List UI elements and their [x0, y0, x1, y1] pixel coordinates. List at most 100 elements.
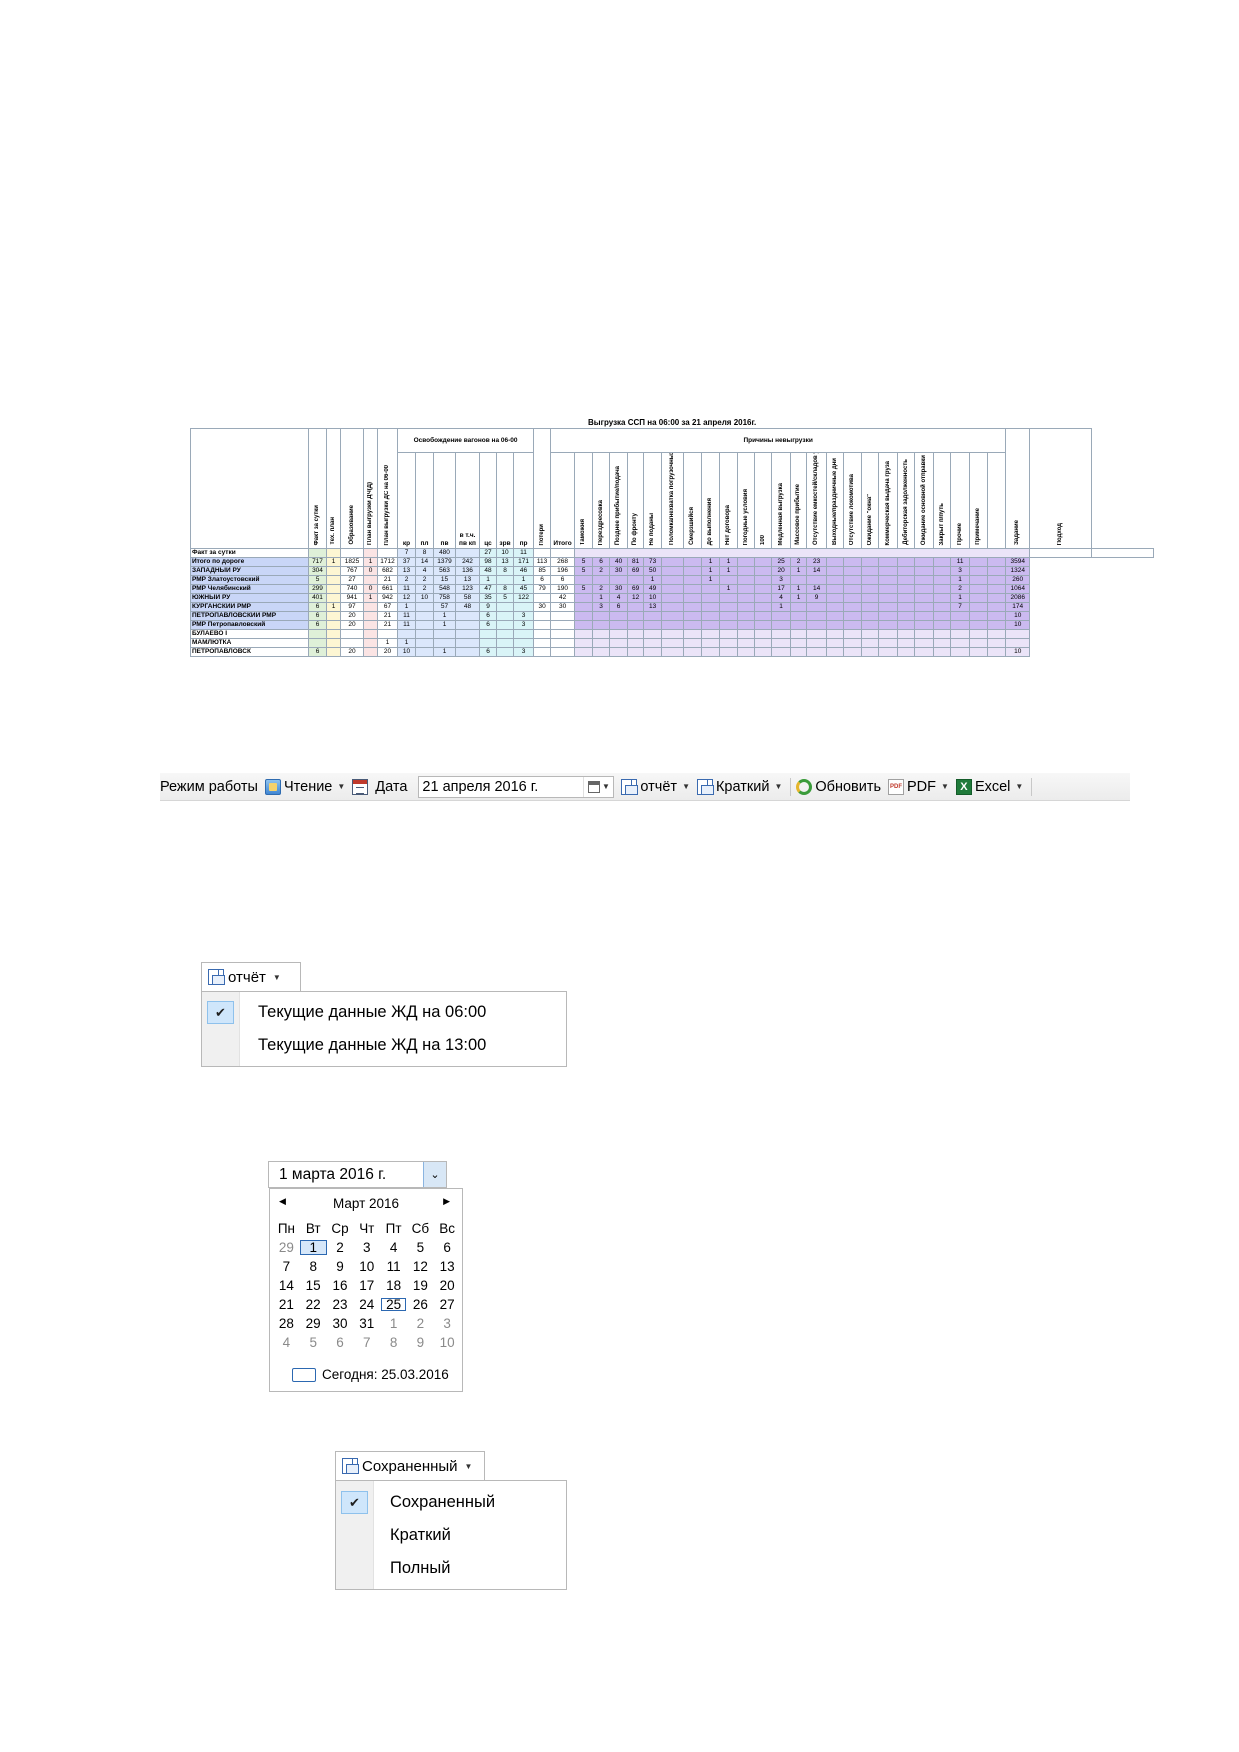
brief-dropdown[interactable]: Краткий ▼: [696, 778, 782, 795]
table-cell: 13: [455, 575, 480, 585]
calendar-day[interactable]: 30: [327, 1316, 354, 1331]
calendar-day[interactable]: 15: [300, 1278, 327, 1293]
report-view-icon: [342, 1458, 359, 1474]
calendar-day[interactable]: 5: [407, 1240, 434, 1255]
calendar-day[interactable]: 7: [273, 1259, 300, 1274]
calendar-day[interactable]: 3: [353, 1240, 380, 1255]
calendar-day[interactable]: 2: [327, 1240, 354, 1255]
calendar-day[interactable]: 7: [353, 1335, 380, 1350]
row-name[interactable]: КУРГАНСКИЙ РМР: [190, 602, 309, 612]
menu-item-saved[interactable]: ✔ Сохраненный: [336, 1486, 566, 1519]
calendar-day[interactable]: 8: [300, 1259, 327, 1274]
row-name[interactable]: ПЕТРОПАВЛОВСКИЙ РМР: [190, 611, 309, 621]
row-name[interactable]: РМР Златоустовский: [190, 575, 309, 585]
table-cell: 2: [415, 584, 434, 594]
refresh-button[interactable]: Обновить: [796, 778, 881, 795]
calendar-day[interactable]: 24: [353, 1297, 380, 1312]
calendar-day[interactable]: 11: [380, 1259, 407, 1274]
table-cell: [737, 593, 756, 603]
calendar-day[interactable]: 22: [300, 1297, 327, 1312]
table-cell: 6: [479, 620, 497, 630]
calendar-day[interactable]: 29: [300, 1316, 327, 1331]
table-cell: 11: [397, 611, 416, 621]
calendar-day[interactable]: 4: [273, 1335, 300, 1350]
calendar-day[interactable]: 19: [407, 1278, 434, 1293]
excel-icon: X: [955, 778, 972, 795]
calendar-day[interactable]: 23: [327, 1297, 354, 1312]
calendar-day[interactable]: 20: [434, 1278, 461, 1293]
row-name[interactable]: БУЛАЕВО I: [190, 629, 309, 639]
calendar-today-link[interactable]: Сегодня: 25.03.2016: [292, 1367, 449, 1382]
report-menu-button[interactable]: отчёт ▼: [201, 962, 301, 991]
row-name[interactable]: ЗАПАДНЫЙ РУ: [190, 566, 309, 576]
row-name[interactable]: Итого по дороге: [190, 557, 309, 567]
calendar-week-row: 29 1 2 3 4 5 6: [273, 1238, 461, 1257]
hdr-value: 11: [512, 548, 535, 558]
row-name[interactable]: МАМЛЮТКА: [190, 638, 309, 648]
calendar-day[interactable]: 9: [407, 1335, 434, 1350]
next-month-icon[interactable]: ▶: [443, 1196, 450, 1207]
table-cell: [592, 611, 611, 621]
report-dropdown[interactable]: отчёт ▼: [621, 778, 690, 795]
table-row: РМР Челябинский 299 740 0 661 11 2 548 123 47 8 45 7…: [190, 584, 1154, 594]
table-cell: [861, 647, 880, 657]
table-cell: 682: [377, 566, 398, 576]
dropdown-arrow-icon: ▼: [682, 782, 690, 791]
table-cell: [878, 593, 899, 603]
excel-dropdown[interactable]: X Excel ▼: [955, 778, 1023, 795]
calendar-day[interactable]: 3: [434, 1316, 461, 1331]
calendar-day[interactable]: 5: [300, 1335, 327, 1350]
calendar-day[interactable]: 18: [380, 1278, 407, 1293]
calendar-day[interactable]: 17: [353, 1278, 380, 1293]
col-reweigh: Перездресовка: [597, 499, 604, 545]
table-cell: [843, 557, 863, 567]
row-name[interactable]: РМР Челябинский: [190, 584, 309, 594]
prev-month-icon[interactable]: ◀: [279, 1196, 286, 1207]
calendar-day[interactable]: 27: [434, 1297, 461, 1312]
toolbar-separator: [1031, 777, 1033, 796]
calendar-day[interactable]: 14: [273, 1278, 300, 1293]
calendar-day[interactable]: 26: [407, 1297, 434, 1312]
table-cell: [701, 584, 721, 594]
calendar-day[interactable]: 29: [273, 1240, 300, 1255]
calendar-day[interactable]: 31: [353, 1316, 380, 1331]
table-cell: [914, 593, 935, 603]
date-picker-input[interactable]: 21 апреля 2016 г. ▼: [418, 775, 615, 798]
calendar-icon[interactable]: [352, 778, 369, 795]
calendar-day[interactable]: 25: [380, 1297, 407, 1312]
calendar-day[interactable]: 1: [299, 1240, 327, 1255]
pdf-dropdown[interactable]: PDF PDF ▼: [888, 778, 949, 795]
table-cell: 5: [574, 557, 594, 567]
calendar-day[interactable]: 10: [434, 1335, 461, 1350]
calendar-day[interactable]: 6: [327, 1335, 354, 1350]
menu-item-current-1300[interactable]: Текущие данные ЖД на 13:00: [202, 1029, 566, 1062]
calendar-day[interactable]: 6: [434, 1240, 461, 1255]
calendar-day[interactable]: 13: [434, 1259, 461, 1274]
menu-item-full[interactable]: Полный: [336, 1552, 566, 1585]
calendar-day[interactable]: 12: [407, 1259, 434, 1274]
menu-item-brief[interactable]: Краткий: [336, 1519, 566, 1552]
table-cell: [754, 575, 773, 585]
chevron-down-icon[interactable]: ⌄: [423, 1162, 446, 1187]
calendar-day[interactable]: 2: [407, 1316, 434, 1331]
calendar-day[interactable]: 8: [380, 1335, 407, 1350]
table-cell: [969, 647, 989, 657]
calendar-date-input[interactable]: 1 марта 2016 г. ⌄: [268, 1161, 447, 1188]
row-name[interactable]: РМР Петропавловский: [190, 620, 309, 630]
calendar-day[interactable]: 28: [273, 1316, 300, 1331]
calendar-day[interactable]: 9: [327, 1259, 354, 1274]
row-name[interactable]: ПЕТРОПАВЛОВСК: [190, 647, 309, 657]
calendar-day[interactable]: 4: [380, 1240, 407, 1255]
calendar-day[interactable]: 10: [353, 1259, 380, 1274]
row-name[interactable]: ЮЖНЫЙ РУ: [190, 593, 309, 603]
table-cell: [969, 602, 989, 612]
date-dropdown-button[interactable]: ▼: [583, 776, 613, 797]
table-cell: [550, 611, 576, 621]
read-dropdown[interactable]: Чтение ▼: [264, 778, 345, 795]
calendar-day[interactable]: 16: [327, 1278, 354, 1293]
menu-item-current-0600[interactable]: ✔ Текущие данные ЖД на 06:00: [202, 996, 566, 1029]
table-cell: [897, 584, 916, 594]
calendar-day[interactable]: 1: [380, 1316, 407, 1331]
calendar-day[interactable]: 21: [273, 1297, 300, 1312]
view-menu-button[interactable]: Сохраненный ▼: [335, 1451, 485, 1480]
